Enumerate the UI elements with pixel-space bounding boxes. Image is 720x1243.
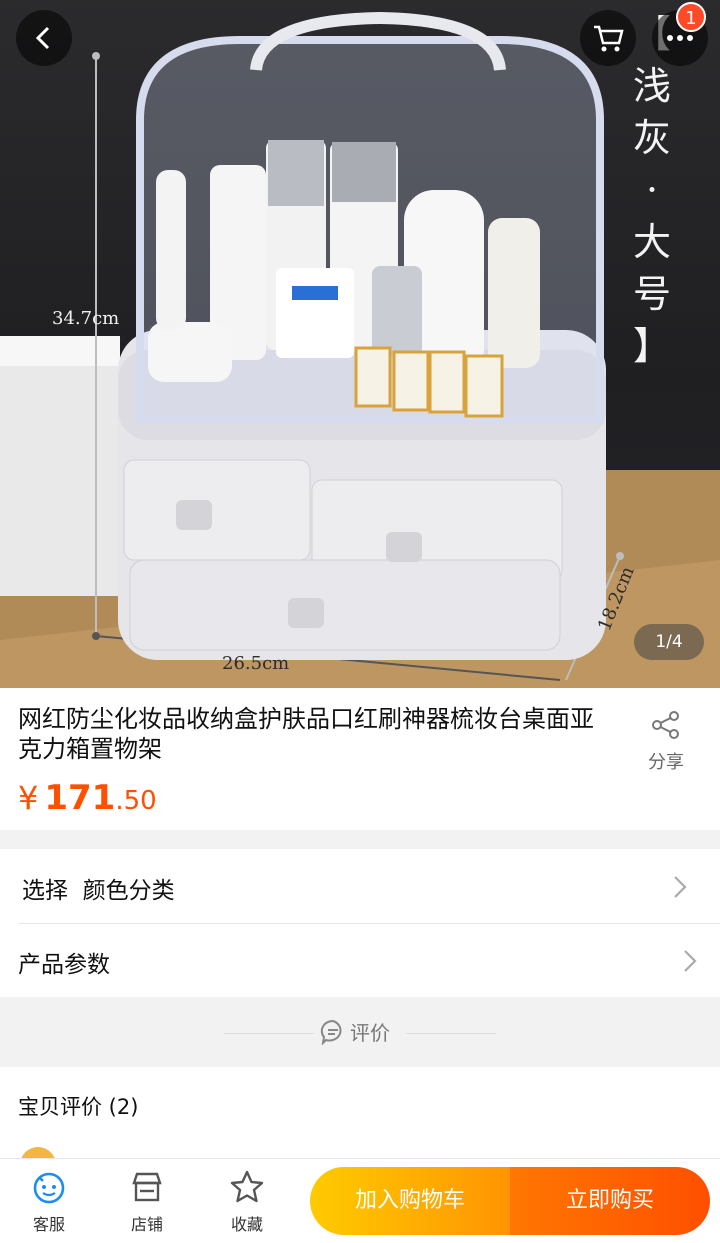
favorite-button[interactable]: 收藏: [212, 1169, 282, 1235]
height-dimension-label: 34.7cm: [52, 308, 120, 329]
options-card: 选择 颜色分类 产品参数: [0, 849, 720, 997]
divider-line: [406, 1033, 496, 1034]
customer-service-icon: [33, 1172, 65, 1204]
favorite-label: 收藏: [230, 1215, 263, 1234]
reviews-card[interactable]: 宝贝评价 (2): [0, 1067, 720, 1183]
bottom-action-bar: 客服 店铺 收藏 加入购物车 立即购买: [0, 1158, 720, 1243]
product-detail-page: 【 浅 灰 · 大 号 】 1 34.7cm 26.5cm 18.2cm 1/4…: [0, 0, 720, 1243]
customer-service-button[interactable]: 客服: [14, 1169, 84, 1235]
reviews-header: 宝贝评价 (2): [18, 1095, 139, 1119]
back-button[interactable]: [16, 10, 72, 66]
product-title: 网红防尘化妆品收纳盒护肤品口红刷神器梳妆台桌面亚克力箱置物架: [18, 705, 594, 763]
chevron-right-icon: [684, 950, 697, 972]
chevron-left-icon: [35, 26, 50, 50]
comment-icon: [320, 1019, 342, 1045]
cart-button[interactable]: [580, 10, 636, 66]
share-icon: [652, 711, 679, 739]
cart-badge: 1: [676, 2, 706, 32]
product-price: ¥171.50: [18, 778, 157, 818]
star-icon: [230, 1170, 264, 1203]
share-label: 分享: [648, 752, 684, 773]
product-params-label: 产品参数: [18, 952, 110, 978]
price-decimal: .50: [115, 786, 157, 816]
image-pager: 1/4: [634, 624, 704, 660]
shop-label: 店铺: [130, 1215, 163, 1234]
shop-button[interactable]: 店铺: [112, 1169, 182, 1235]
review-section-divider: 评价: [0, 997, 720, 1067]
divider-line: [224, 1033, 314, 1034]
customer-service-label: 客服: [32, 1215, 65, 1234]
product-params-row[interactable]: 产品参数: [0, 923, 720, 997]
shop-icon: [132, 1172, 162, 1202]
share-button[interactable]: 分享: [636, 710, 696, 774]
select-variant-label: 选择 颜色分类: [22, 878, 175, 904]
buy-now-button[interactable]: 立即购买: [510, 1167, 710, 1235]
product-image-carousel[interactable]: 【 浅 灰 · 大 号 】 1 34.7cm 26.5cm 18.2cm 1/4: [0, 0, 720, 688]
add-to-cart-button[interactable]: 加入购物车: [310, 1167, 510, 1235]
review-divider-caption: 评价: [320, 1017, 390, 1046]
width-dimension-label: 26.5cm: [222, 653, 290, 674]
product-info-card: 网红防尘化妆品收纳盒护肤品口红刷神器梳妆台桌面亚克力箱置物架 分享 ¥171.5…: [0, 688, 720, 830]
price-integer: 171: [44, 778, 116, 818]
cart-icon: [594, 25, 624, 52]
chevron-right-icon: [674, 876, 687, 898]
review-divider-label: 评价: [350, 1021, 390, 1045]
price-symbol: ¥: [18, 779, 39, 817]
more-dots-icon: [667, 35, 693, 41]
select-variant-row[interactable]: 选择 颜色分类: [0, 849, 720, 924]
